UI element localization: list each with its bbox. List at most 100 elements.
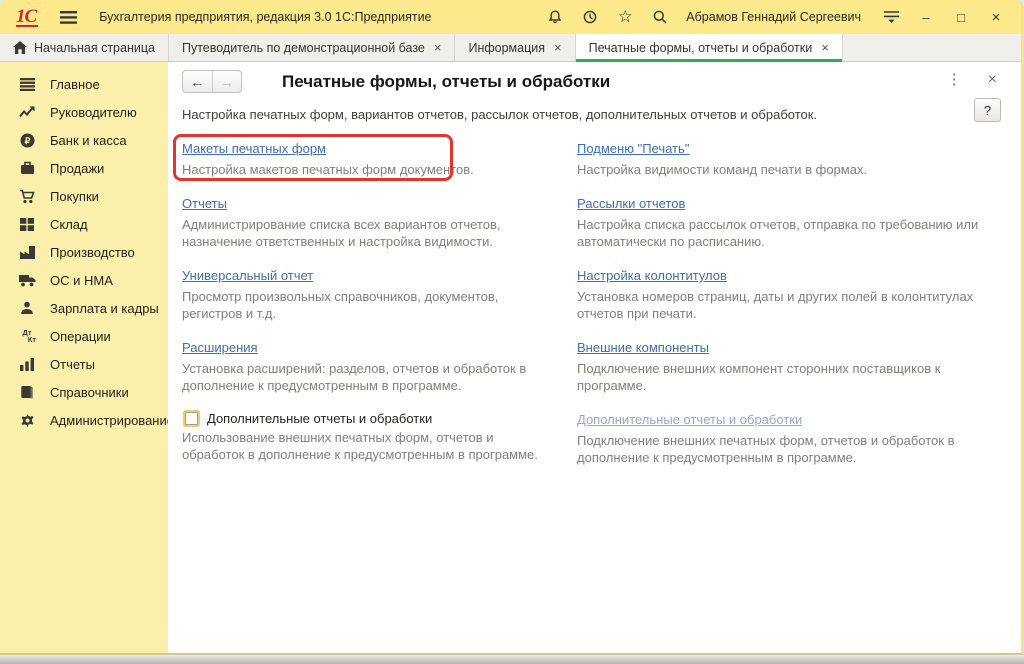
link-external-components[interactable]: Внешние компоненты [577, 340, 709, 355]
link-additional-reports[interactable]: Дополнительные отчеты и обработки [577, 412, 802, 427]
close-tab-icon[interactable]: × [434, 40, 442, 55]
settings-menu-icon [883, 10, 900, 24]
maximize-button[interactable]: □ [948, 5, 974, 29]
link-description: Настройка видимости команд печати в форм… [577, 161, 985, 178]
window-title: Бухгалтерия предприятия, редакция 3.0 1С… [99, 10, 431, 24]
link-description: Подключение внешних компонент сторонних … [577, 360, 985, 394]
settings-links: Макеты печатных форм Настройка макетов п… [182, 140, 1021, 466]
help-button[interactable]: ? [974, 98, 1001, 122]
close-window-button[interactable]: × [983, 5, 1009, 29]
desktop-strip [0, 655, 1024, 664]
close-tab-icon[interactable]: × [821, 40, 829, 55]
bell-icon [547, 9, 563, 25]
sidebar-item-warehouse[interactable]: Склад [0, 210, 168, 238]
current-user[interactable]: Абрамов Геннадий Сергеевич [686, 10, 861, 24]
group-extensions: Расширения Установка расширений: раздело… [182, 339, 567, 394]
group-headers-footers: Настройка колонтитулов Установка номеров… [577, 267, 995, 322]
person-icon [18, 301, 36, 315]
close-panel-icon[interactable]: × [988, 71, 997, 89]
sidebar-item-production[interactable]: Производство [0, 238, 168, 266]
group-external-components: Внешние компоненты Подключение внешних к… [577, 339, 995, 394]
page-title: Печатные формы, отчеты и обработки [282, 72, 610, 92]
sidebar-item-manager[interactable]: Руководителю [0, 98, 168, 126]
service-settings-button[interactable] [878, 5, 904, 29]
home-icon [13, 41, 27, 54]
truck-icon [18, 274, 36, 287]
titlebar-actions: ☆ Абрамов Геннадий Сергеевич – □ × [542, 5, 1009, 29]
sidebar-item-bank-cash[interactable]: ₽ Банк и касса [0, 126, 168, 154]
link-description: Использование внешних печатных форм, отч… [182, 429, 554, 463]
sidebar-item-directories[interactable]: Справочники [0, 378, 168, 406]
search-button[interactable] [647, 5, 673, 29]
link-description: Установка расширений: разделов, отчетов … [182, 360, 554, 394]
link-description: Установка номеров страниц, даты и других… [577, 288, 985, 322]
section-sidebar: Главное Руководителю ₽ Банк и касса Прод… [0, 62, 168, 654]
sidebar-item-reports[interactable]: Отчеты [0, 350, 168, 378]
link-extensions[interactable]: Расширения [182, 340, 258, 355]
tab-home[interactable]: Начальная страница [0, 34, 169, 61]
notifications-button[interactable] [542, 5, 568, 29]
link-reports[interactable]: Отчеты [182, 196, 227, 211]
star-icon: ☆ [618, 7, 633, 27]
tab-bar: Начальная страница Путеводитель по демон… [0, 34, 1021, 62]
content-header: ← → Печатные формы, отчеты и обработки [182, 70, 1021, 93]
group-reports: Отчеты Администрирование списка всех вар… [182, 195, 567, 250]
1c-logo-icon: 1С [16, 8, 38, 27]
group-additional-reports-link: Дополнительные отчеты и обработки Подклю… [577, 411, 995, 466]
group-universal-report: Универсальный отчет Просмотр произвольны… [182, 267, 567, 322]
sidebar-item-administration[interactable]: Администрирование [0, 406, 168, 434]
main-menu-button[interactable] [60, 11, 77, 24]
bar-chart-icon [18, 358, 36, 371]
link-description: Администрирование списка всех вариантов … [182, 216, 554, 250]
tab-demo-guide[interactable]: Путеводитель по демонстрационной базе × [169, 34, 456, 61]
sidebar-item-purchases[interactable]: Покупки [0, 182, 168, 210]
cart-icon [18, 189, 36, 204]
link-description: Настройка макетов печатных форм документ… [182, 161, 554, 178]
additional-reports-checkbox[interactable] [185, 412, 198, 425]
back-button[interactable]: ← [183, 71, 213, 92]
app-window: 1С Бухгалтерия предприятия, редакция 3.0… [0, 0, 1024, 655]
tab-print-forms[interactable]: Печатные формы, отчеты и обработки × [576, 34, 843, 61]
group-additional-reports-checkbox: Дополнительные отчеты и обработки Исполь… [182, 411, 567, 466]
trend-chart-icon [18, 105, 36, 119]
sidebar-item-sales[interactable]: Продажи [0, 154, 168, 182]
link-headers-footers[interactable]: Настройка колонтитулов [577, 268, 727, 283]
more-menu-icon[interactable]: ⋮ [947, 71, 962, 89]
close-tab-icon[interactable]: × [554, 40, 562, 55]
link-universal-report[interactable]: Универсальный отчет [182, 268, 313, 283]
tab-information[interactable]: Информация × [455, 34, 575, 61]
link-description: Подключение внешних печатных форм, отчет… [577, 432, 985, 466]
content-panel: ⋮ × ← → Печатные формы, отчеты и обработ… [168, 62, 1021, 654]
menu-lines-icon [18, 78, 36, 91]
book-icon [18, 385, 36, 399]
briefcase-icon [18, 161, 36, 175]
title-bar: 1С Бухгалтерия предприятия, редакция 3.0… [0, 0, 1021, 34]
link-print-submenu[interactable]: Подменю "Печать" [577, 141, 689, 156]
favorites-button[interactable]: ☆ [612, 5, 638, 29]
page-subtitle: Настройка печатных форм, вариантов отчет… [182, 107, 817, 122]
dt-kt-icon: ДтКт [18, 329, 36, 343]
link-report-mailings[interactable]: Рассылки отчетов [577, 196, 685, 211]
link-print-form-layouts[interactable]: Макеты печатных форм [182, 141, 326, 156]
search-icon [652, 9, 668, 25]
link-description: Настройка списка рассылок отчетов, отпра… [577, 216, 985, 250]
link-description: Просмотр произвольных справочников, доку… [182, 288, 554, 322]
sidebar-item-payroll-hr[interactable]: Зарплата и кадры [0, 294, 168, 322]
sidebar-item-main[interactable]: Главное [0, 70, 168, 98]
hamburger-icon [60, 11, 77, 24]
sidebar-item-fixed-assets[interactable]: ОС и НМА [0, 266, 168, 294]
factory-icon [18, 246, 36, 259]
minimize-button[interactable]: – [913, 5, 939, 29]
history-button[interactable] [577, 5, 603, 29]
history-clock-icon [582, 9, 598, 25]
warehouse-grid-icon [18, 218, 36, 231]
history-nav: ← → [182, 70, 242, 93]
panel-actions: ⋮ × [947, 71, 997, 89]
gear-icon [18, 413, 36, 428]
group-print-form-layouts: Макеты печатных форм Настройка макетов п… [182, 140, 567, 178]
forward-button[interactable]: → [213, 71, 242, 92]
svg-text:₽: ₽ [24, 135, 30, 145]
group-report-mailings: Рассылки отчетов Настройка списка рассыл… [577, 195, 995, 250]
ruble-circle-icon: ₽ [18, 133, 36, 148]
sidebar-item-operations[interactable]: ДтКт Операции [0, 322, 168, 350]
